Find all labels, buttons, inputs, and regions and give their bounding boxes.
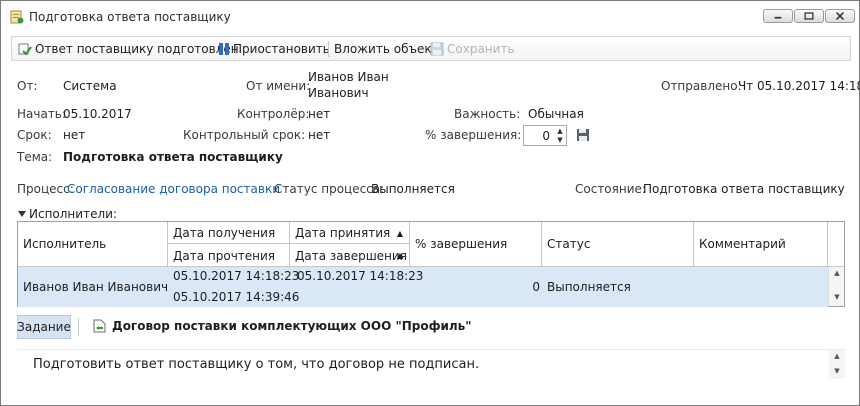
scroll-down-icon[interactable]: ▼ (829, 293, 845, 301)
col-received[interactable]: Дата получения (168, 222, 290, 244)
col-accepted-label: Дата принятия (295, 226, 391, 240)
on-behalf-value-line2: Иванович (308, 86, 369, 100)
from-label: От: (17, 79, 38, 93)
on-behalf-value-line1: Иванов Иван (308, 70, 389, 84)
executors-grid: Исполнитель Дата получения Дата прочтени… (17, 221, 845, 307)
row-accepted: 05.10.2017 14:18:23 (297, 269, 424, 283)
title-bar: Подготовка ответа поставщику (1, 1, 859, 31)
row-status: Выполняется (547, 280, 631, 294)
document-link-label: Договор поставки комплектующих ООО "Проф… (112, 319, 472, 333)
row-received: 05.10.2017 14:18:23 (173, 269, 300, 283)
from-value: Система (63, 79, 117, 93)
subject-label: Тема: (17, 150, 53, 164)
row-read: 05.10.2017 14:39:46 (173, 290, 300, 304)
col-status[interactable]: Статус (542, 222, 694, 267)
deadline-value: нет (63, 128, 86, 142)
scroll-up-icon[interactable]: ▲ (829, 269, 845, 277)
col-comment-label: Комментарий (699, 237, 786, 251)
toolbar-separator (328, 41, 329, 57)
tab-task[interactable]: Задание (17, 315, 71, 339)
task-text: Подготовить ответ поставщику о том, что … (33, 357, 480, 372)
prepared-label: Ответ поставщику подготовлен (35, 42, 239, 56)
spin-up-icon[interactable]: ▲ (554, 127, 566, 136)
header-corner (828, 222, 844, 267)
state-value: Подготовка ответа поставщику (643, 182, 845, 196)
pause-button[interactable]: Приостановить (218, 41, 330, 57)
control-deadline-label: Контрольный срок: (183, 128, 306, 142)
completion-value: 0 (542, 129, 550, 143)
col-completed-label: Дата завершения (295, 249, 407, 263)
on-behalf-label: От имени: (246, 79, 311, 93)
col-comment[interactable]: Комментарий (694, 222, 828, 267)
col-completed[interactable]: Дата завершения ▲ (290, 244, 410, 267)
deadline-label: Срок: (17, 128, 52, 142)
controller-label: Контролёр: (237, 107, 310, 121)
state-label: Состояние: (575, 182, 646, 196)
save-button[interactable]: Сохранить (430, 41, 515, 57)
col-executor-label: Исполнитель (23, 237, 107, 251)
attach-label: Вложить объект (334, 42, 439, 56)
window-title: Подготовка ответа поставщику (29, 10, 231, 24)
toolbar: Ответ поставщику подготовлен Приостанови… (11, 36, 851, 61)
sort-asc-icon: ▲ (396, 251, 403, 260)
controller-value: нет (308, 107, 331, 121)
task-window: Подготовка ответа поставщику Ответ поста… (0, 0, 860, 406)
sent-label: Отправлено: (661, 79, 742, 93)
sort-asc-icon: ▲ (396, 229, 403, 238)
pause-icon (219, 43, 229, 55)
save-completion-icon[interactable] (576, 128, 590, 142)
save-label: Сохранить (447, 42, 515, 56)
task-complete-icon (18, 43, 32, 56)
process-label: Процесс: (17, 182, 74, 196)
control-deadline-value: нет (308, 128, 331, 142)
start-label: Начать: (17, 107, 66, 121)
bottom-tabs: Задание Договор поставки комплектующих О… (17, 315, 845, 339)
importance-value: Обычная (528, 107, 584, 121)
col-executor[interactable]: Исполнитель (18, 222, 168, 267)
col-received-label: Дата получения (173, 226, 276, 240)
col-percent[interactable]: % завершения (410, 222, 542, 267)
pause-label: Приостановить (233, 42, 330, 56)
col-status-label: Статус (547, 237, 591, 251)
task-app-icon (10, 10, 24, 24)
process-link[interactable]: Согласование договора поставки (67, 182, 280, 196)
executors-label: Исполнители: (29, 207, 117, 221)
col-percent-label: % завершения (415, 237, 508, 251)
col-accepted[interactable]: Дата принятия ▲ (290, 222, 410, 244)
row-executor: Иванов Иван Иванович (23, 280, 169, 294)
start-value: 05.10.2017 (63, 107, 132, 121)
document-icon (93, 319, 106, 333)
collapse-triangle-icon (18, 211, 26, 217)
completion-spinner[interactable]: 0 ▲ ▼ (523, 125, 567, 146)
tab-separator (78, 318, 79, 336)
sent-value: Чт 05.10.2017 14:18 (738, 79, 860, 93)
row-percent: 0 (532, 280, 540, 294)
maximize-icon (804, 12, 814, 20)
task-scrollbar[interactable]: ▲ ▼ (829, 350, 845, 379)
document-link[interactable]: Договор поставки комплектующих ООО "Проф… (93, 319, 472, 333)
prepared-button[interactable]: Ответ поставщику подготовлен (18, 41, 239, 57)
process-status-value: Выполняется (371, 182, 455, 196)
save-icon (430, 42, 444, 56)
col-read[interactable]: Дата прочтения (168, 244, 290, 267)
table-row[interactable]: Иванов Иван Иванович 05.10.2017 14:18:23… (18, 267, 828, 307)
spin-down-icon[interactable]: ▼ (554, 136, 566, 145)
maximize-button[interactable] (794, 9, 824, 23)
grid-scrollbar[interactable]: ▲ ▼ (828, 267, 844, 306)
close-button[interactable] (825, 9, 855, 23)
tab-task-label: Задание (17, 320, 71, 334)
minimize-icon (774, 16, 782, 19)
minimize-button[interactable] (763, 9, 793, 23)
task-text-area[interactable]: Подготовить ответ поставщику о том, что … (17, 349, 845, 379)
col-read-label: Дата прочтения (173, 249, 276, 263)
scroll-up-icon[interactable]: ▲ (829, 352, 845, 360)
subject-value: Подготовка ответа поставщику (63, 150, 283, 164)
completion-label: % завершения: (425, 128, 522, 142)
importance-label: Важность: (454, 107, 521, 121)
close-icon (836, 12, 844, 20)
scroll-down-icon[interactable]: ▼ (829, 367, 845, 375)
attach-button[interactable]: Вложить объект (334, 41, 439, 57)
executors-section-toggle[interactable]: Исполнители: (17, 207, 117, 221)
process-status-label: Статус процесса: (274, 182, 385, 196)
